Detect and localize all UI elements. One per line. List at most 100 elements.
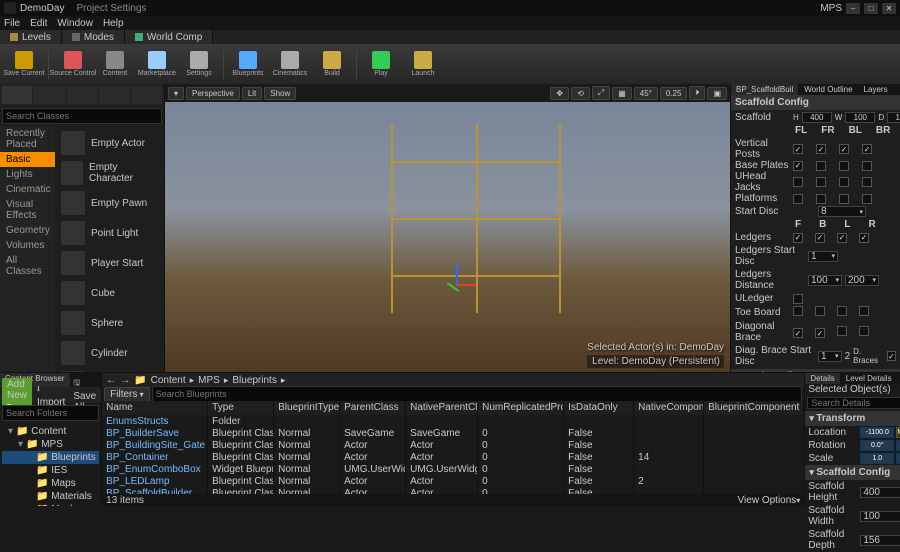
- toeboard-check-3[interactable]: [859, 306, 869, 316]
- ledgers-start[interactable]: 1: [808, 251, 838, 262]
- launch-button[interactable]: Launch: [403, 46, 443, 82]
- menu-edit[interactable]: Edit: [30, 18, 47, 29]
- diagbrace-check-3[interactable]: [859, 326, 869, 336]
- asset-row[interactable]: BP_ScaffoldBuilderBlueprint ClassNormalA…: [102, 487, 804, 494]
- ledgers-check-1[interactable]: [815, 233, 825, 243]
- snap-scale[interactable]: 0.25: [660, 87, 688, 100]
- diag-start[interactable]: 1: [818, 351, 842, 362]
- tab-world-comp[interactable]: World Comp: [125, 30, 213, 44]
- col-numreplicatedprope[interactable]: NumReplicatedPrope: [478, 401, 564, 415]
- col-nativeparentclass[interactable]: NativeParentClass: [406, 401, 478, 415]
- scaffold-w[interactable]: [845, 112, 875, 123]
- menu-help[interactable]: Help: [103, 18, 124, 29]
- asset-row[interactable]: BP_LEDLampBlueprint ClassNormalActorActo…: [102, 475, 804, 487]
- viewport-menu-icon[interactable]: ▾: [168, 87, 184, 100]
- search-details[interactable]: [807, 397, 900, 409]
- search-folders[interactable]: [2, 405, 99, 421]
- diagbrace-check-0[interactable]: [793, 328, 803, 338]
- base-plates-3[interactable]: [862, 161, 872, 171]
- build-button[interactable]: Build: [312, 46, 352, 82]
- asset-row[interactable]: BP_BuilderSaveBlueprint ClassNormalSaveG…: [102, 427, 804, 439]
- save-button[interactable]: Save Current: [4, 46, 44, 82]
- settings-button[interactable]: Settings: [179, 46, 219, 82]
- base-plates-0[interactable]: [793, 161, 803, 171]
- category-volumes[interactable]: Volumes: [0, 238, 55, 253]
- platforms-2[interactable]: [839, 194, 849, 204]
- blueprints-button[interactable]: Blueprints: [228, 46, 268, 82]
- scaffold-cfg-header[interactable]: ▾ Scaffold Config: [805, 465, 900, 480]
- transform-gizmo-icon[interactable]: [436, 264, 476, 304]
- det-depth[interactable]: 156: [860, 535, 900, 546]
- toeboard-check-0[interactable]: [793, 306, 803, 316]
- det-width[interactable]: 100: [860, 511, 900, 522]
- tree-content[interactable]: ▾📁 Content: [2, 425, 99, 438]
- scaffold-d[interactable]: [887, 112, 900, 123]
- ledgers-check-2[interactable]: [837, 233, 847, 243]
- vertical-posts-0[interactable]: [793, 144, 803, 154]
- search-classes[interactable]: [2, 108, 162, 124]
- viewport-maximize-icon[interactable]: ▣: [707, 87, 727, 100]
- crumb-content[interactable]: Content: [151, 375, 186, 386]
- ledgers-dist-1[interactable]: 100: [808, 275, 842, 286]
- crumb-back-icon[interactable]: ←: [106, 375, 116, 386]
- dbraces-check[interactable]: [887, 351, 896, 361]
- transform-rotate-icon[interactable]: ⟲: [571, 87, 590, 100]
- actor-empty-actor[interactable]: Empty Actor: [55, 128, 164, 158]
- actor-empty-pawn[interactable]: Empty Pawn: [55, 188, 164, 218]
- source-control-button[interactable]: Source Control: [53, 46, 93, 82]
- filters-button[interactable]: Filters ▾: [104, 387, 149, 402]
- category-all-classes[interactable]: All Classes: [0, 253, 55, 279]
- snap-grid-icon[interactable]: ▦: [612, 87, 632, 100]
- diagbrace-check-1[interactable]: [815, 328, 825, 338]
- menu-window[interactable]: Window: [57, 18, 93, 29]
- scaffold-h[interactable]: [802, 112, 832, 123]
- project-settings[interactable]: Project Settings: [76, 3, 146, 14]
- actor-cylinder[interactable]: Cylinder: [55, 338, 164, 368]
- tab-scaffold-builder[interactable]: BP_ScaffoldBuil: [731, 84, 799, 95]
- category-cinematic[interactable]: Cinematic: [0, 182, 55, 197]
- mode-landscape-icon[interactable]: [67, 86, 97, 104]
- start-disc-select[interactable]: 8: [818, 206, 866, 217]
- view-options[interactable]: View Options: [738, 495, 797, 506]
- play-button[interactable]: Play: [361, 46, 401, 82]
- vp-lit[interactable]: Lit: [242, 87, 262, 100]
- mode-foliage-icon[interactable]: [99, 86, 129, 104]
- close-button[interactable]: ✕: [882, 3, 896, 14]
- base-plates-1[interactable]: [816, 161, 826, 171]
- asset-row[interactable]: BP_ContainerBlueprint ClassNormalActorAc…: [102, 451, 804, 463]
- category-lights[interactable]: Lights: [0, 167, 55, 182]
- uhead-jacks-1[interactable]: [816, 177, 826, 187]
- tree-maps[interactable]: 📁 Maps: [2, 477, 99, 490]
- actor-sphere[interactable]: Sphere: [55, 308, 164, 338]
- cinematics-button[interactable]: Cinematics: [270, 46, 310, 82]
- snap-angle[interactable]: 45°: [634, 87, 658, 100]
- tab-modes[interactable]: Modes: [62, 30, 125, 44]
- camera-speed-icon[interactable]: ⏵: [689, 86, 705, 100]
- tab-layers[interactable]: Layers: [859, 84, 894, 95]
- menu-file[interactable]: File: [4, 18, 20, 29]
- asset-row[interactable]: BP_BuildingSite_GateBlueprint ClassNorma…: [102, 439, 804, 451]
- loc-x[interactable]: [860, 427, 894, 438]
- actor-empty-character[interactable]: Empty Character: [55, 158, 164, 188]
- crumb-blueprints[interactable]: Blueprints: [232, 375, 276, 386]
- transform-scale-icon[interactable]: ⤢: [592, 86, 610, 100]
- loc-y[interactable]: [896, 427, 900, 438]
- tree-mps[interactable]: ▾📁 MPS: [2, 438, 99, 451]
- col-nativecomponents[interactable]: NativeComponents: [634, 401, 704, 415]
- scl-x[interactable]: [860, 453, 894, 464]
- crumb-mps[interactable]: MPS: [198, 375, 220, 386]
- col-isdataonly[interactable]: IsDataOnly: [564, 401, 634, 415]
- mode-place-icon[interactable]: [2, 86, 32, 104]
- vp-show[interactable]: Show: [264, 87, 296, 100]
- asset-row[interactable]: BP_EnumComboBoxWidget BlueprintNormalUMG…: [102, 463, 804, 475]
- category-geometry[interactable]: Geometry: [0, 223, 55, 238]
- col-name[interactable]: Name: [102, 401, 208, 415]
- diagbrace-check-2[interactable]: [837, 326, 847, 336]
- content-button[interactable]: Content: [95, 46, 135, 82]
- mode-paint-icon[interactable]: [34, 86, 64, 104]
- tab-world-outliner[interactable]: World Outline: [799, 84, 858, 95]
- tab-level-details[interactable]: Level Details: [841, 373, 898, 384]
- rot-y[interactable]: [896, 440, 900, 451]
- tree-ies[interactable]: 📁 IES: [2, 464, 99, 477]
- toeboard-check-2[interactable]: [837, 306, 847, 316]
